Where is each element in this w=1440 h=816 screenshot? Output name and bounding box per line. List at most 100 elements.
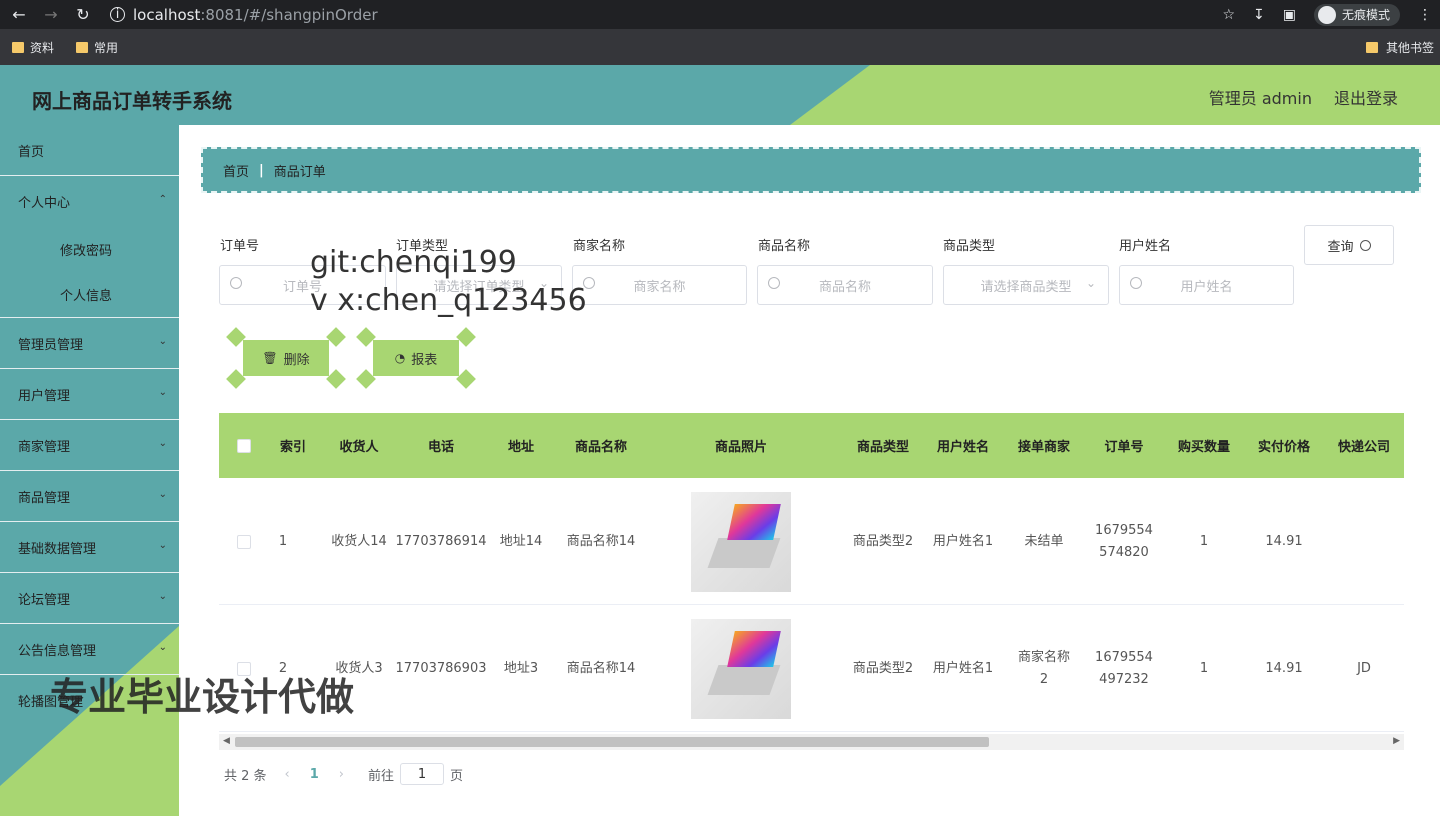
scrollbar-thumb[interactable] bbox=[235, 737, 989, 747]
chevron-down-icon: ⌄ bbox=[158, 591, 167, 602]
scroll-left-icon[interactable]: ◀ bbox=[223, 736, 230, 746]
button-decoration bbox=[326, 327, 346, 347]
info-icon[interactable]: i bbox=[110, 7, 125, 22]
logout-link[interactable]: 退出登录 bbox=[1334, 85, 1398, 109]
sidebar-item-forum[interactable]: 论坛管理 ⌄ bbox=[0, 573, 179, 624]
incognito-label: 无痕模式 bbox=[1341, 8, 1390, 22]
select-all-checkbox[interactable] bbox=[237, 438, 251, 453]
query-button[interactable]: 查询 bbox=[1304, 225, 1394, 265]
prev-page-icon[interactable]: ‹ bbox=[285, 767, 290, 782]
main-content: 首页 | 商品订单 订单号 订单类型 商家名称 商品名称 商品类型 用户姓名 订… bbox=[179, 125, 1440, 816]
button-decoration bbox=[226, 369, 246, 389]
orders-table: 索引 收货人 电话 地址 商品名称 商品照片 商品类型 用户姓名 接单商家 订单… bbox=[219, 413, 1404, 733]
table-horizontal-scrollbar[interactable]: ◀ ▶ bbox=[219, 734, 1404, 750]
sidebar-item-basedata[interactable]: 基础数据管理 ⌄ bbox=[0, 522, 179, 573]
goto-label: 前往 bbox=[368, 768, 395, 784]
goto-page-input[interactable]: 1 bbox=[400, 763, 445, 785]
sidebar-subitem-password[interactable]: 修改密码 bbox=[0, 227, 179, 272]
sidebar-item-profile[interactable]: 个人中心 ⌃ bbox=[0, 176, 179, 227]
cell-price: 14.91 bbox=[1265, 533, 1303, 549]
browser-chrome: ← → ↻ i localhost:8081/#/shangpinOrder ☆… bbox=[0, 0, 1440, 65]
col-product-name: 商品名称 bbox=[574, 440, 627, 455]
bookmark-folder[interactable]: 资料 bbox=[12, 39, 54, 56]
user-name-input[interactable]: 用户姓名 bbox=[1119, 265, 1294, 305]
pie-chart-icon: ◔ bbox=[394, 351, 406, 365]
page-number[interactable]: 1 bbox=[310, 767, 319, 782]
cell-product-name: 商品名称14 bbox=[566, 533, 636, 549]
cell-product-type: 商品类型2 bbox=[852, 660, 914, 676]
cell-user-name: 用户姓名1 bbox=[932, 660, 994, 676]
button-decoration bbox=[356, 369, 376, 389]
filter-label-user: 用户姓名 bbox=[1119, 239, 1172, 254]
table-row[interactable]: 2 收货人3 17703786903 地址3 商品名称14 商品类型2 用户姓名… bbox=[219, 605, 1404, 732]
cell-address: 地址3 bbox=[503, 660, 539, 676]
reload-icon[interactable]: ↻ bbox=[72, 5, 94, 24]
sidebar-item-merchants[interactable]: 商家管理 ⌄ bbox=[0, 420, 179, 471]
button-decoration bbox=[356, 327, 376, 347]
scroll-right-icon[interactable]: ▶ bbox=[1393, 736, 1400, 746]
cell-order-no: 1679554497232 bbox=[1095, 649, 1153, 687]
chevron-up-icon: ⌃ bbox=[158, 194, 167, 205]
cell-merchant: 未结单 bbox=[1024, 533, 1064, 549]
col-product-type: 商品类型 bbox=[856, 440, 909, 455]
select-all-cell bbox=[219, 413, 269, 478]
breadcrumb-home[interactable]: 首页 bbox=[223, 161, 249, 180]
cell-product-photo bbox=[641, 605, 841, 732]
chevron-down-icon: ⌄ bbox=[158, 489, 167, 500]
sidebar-item-users[interactable]: 用户管理 ⌄ bbox=[0, 369, 179, 420]
download-icon[interactable]: ↧ bbox=[1253, 7, 1265, 23]
product-image[interactable] bbox=[691, 491, 791, 592]
incognito-badge[interactable]: 无痕模式 bbox=[1313, 3, 1400, 26]
delete-button[interactable]: 🗑 删除 bbox=[226, 327, 346, 389]
button-decoration bbox=[226, 327, 246, 347]
col-order-no: 订单号 bbox=[1104, 440, 1144, 455]
cell-product-name: 商品名称14 bbox=[566, 660, 636, 676]
sidepanel-icon[interactable]: ▣ bbox=[1283, 7, 1296, 23]
product-type-select[interactable]: 请选择商品类型 ⌄ bbox=[943, 265, 1109, 305]
menu-icon[interactable]: ⋮ bbox=[1418, 7, 1432, 23]
col-product-photo: 商品照片 bbox=[714, 440, 767, 455]
sidebar-item-admin[interactable]: 管理员管理 ⌄ bbox=[0, 318, 179, 369]
address-bar[interactable]: i localhost:8081/#/shangpinOrder bbox=[110, 2, 1212, 28]
pagination-total: 共 2 条 bbox=[224, 768, 267, 784]
cell-price: 14.91 bbox=[1265, 660, 1303, 676]
cell-user-name: 用户姓名1 bbox=[932, 533, 994, 549]
product-name-input[interactable]: 商品名称 bbox=[757, 265, 933, 305]
forward-icon[interactable]: → bbox=[40, 5, 62, 24]
row-checkbox[interactable] bbox=[237, 534, 251, 549]
report-button[interactable]: ◔ 报表 bbox=[356, 327, 476, 389]
url-path: :8081/#/shangpinOrder bbox=[200, 5, 378, 24]
incognito-icon bbox=[1317, 5, 1336, 24]
col-express: 快递公司 bbox=[1337, 440, 1390, 455]
sidebar-item-products[interactable]: 商品管理 ⌄ bbox=[0, 471, 179, 522]
cell-address: 地址14 bbox=[499, 533, 543, 549]
other-bookmarks[interactable]: 其他书签 bbox=[1365, 39, 1434, 56]
bookmark-folder[interactable]: 常用 bbox=[76, 39, 118, 56]
button-decoration bbox=[456, 369, 476, 389]
back-icon[interactable]: ← bbox=[8, 5, 30, 24]
col-price: 实付价格 bbox=[1257, 440, 1310, 455]
filter-label-order-no: 订单号 bbox=[220, 239, 260, 254]
product-image[interactable] bbox=[691, 618, 791, 719]
app-header: 网上商品订单转手系统 管理员 admin 退出登录 bbox=[0, 65, 1440, 125]
table-header: 索引 收货人 电话 地址 商品名称 商品照片 商品类型 用户姓名 接单商家 订单… bbox=[219, 413, 1404, 478]
sidebar-item-home[interactable]: 首页 bbox=[0, 125, 179, 176]
chevron-down-icon: ⌄ bbox=[158, 387, 167, 398]
cell-merchant: 商家名称2 bbox=[1017, 649, 1070, 687]
cell-product-photo bbox=[641, 478, 841, 605]
folder-icon bbox=[76, 41, 89, 53]
next-page-icon[interactable]: › bbox=[339, 767, 344, 782]
col-merchant: 接单商家 bbox=[1017, 440, 1070, 455]
star-icon[interactable]: ☆ bbox=[1222, 7, 1235, 23]
sidebar-subitem-info[interactable]: 个人信息 bbox=[0, 272, 179, 317]
col-phone: 电话 bbox=[427, 440, 454, 455]
cell-express: JD bbox=[1357, 660, 1371, 676]
chevron-down-icon: ⌄ bbox=[158, 336, 167, 347]
submenu-profile: 修改密码 个人信息 bbox=[0, 227, 179, 318]
page-unit-label: 页 bbox=[450, 768, 464, 784]
chevron-down-icon: ⌄ bbox=[158, 438, 167, 449]
trash-icon: 🗑 bbox=[262, 351, 278, 365]
merchant-name-input[interactable]: 商家名称 bbox=[572, 265, 747, 305]
table-row[interactable]: 1 收货人14 17703786914 地址14 商品名称14 商品类型2 用户… bbox=[219, 478, 1404, 605]
cell-product-type: 商品类型2 bbox=[852, 533, 914, 549]
